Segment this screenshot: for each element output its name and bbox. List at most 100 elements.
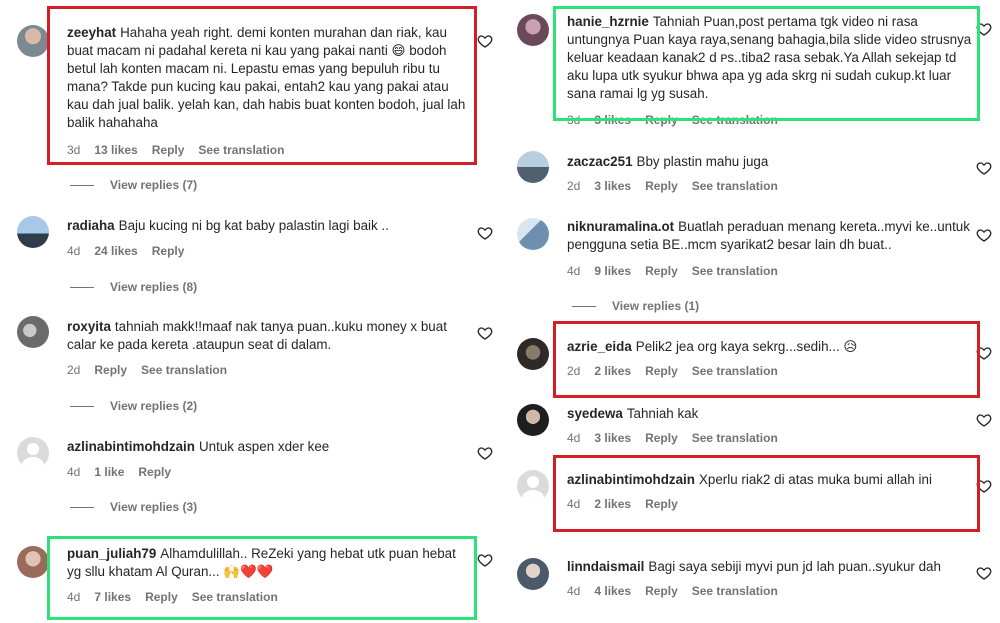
- username[interactable]: puan_juliah79: [67, 546, 156, 561]
- heart-icon[interactable]: [976, 21, 992, 37]
- heart-icon[interactable]: [477, 552, 493, 568]
- likes-count[interactable]: 3 likes: [594, 431, 631, 445]
- avatar[interactable]: [517, 404, 549, 436]
- comment-meta: 3d 13 likes Reply See translation: [67, 143, 298, 157]
- heart-icon[interactable]: [976, 160, 992, 176]
- comment-meta: 2d Reply See translation: [67, 363, 241, 377]
- heart-icon[interactable]: [976, 412, 992, 428]
- see-translation-button[interactable]: See translation: [692, 264, 778, 278]
- reply-button[interactable]: Reply: [145, 590, 178, 604]
- username[interactable]: roxyita: [67, 319, 111, 334]
- avatar[interactable]: [17, 546, 49, 578]
- avatar[interactable]: [17, 25, 49, 57]
- username[interactable]: azlinabintimohdzain: [567, 472, 695, 487]
- reply-button[interactable]: Reply: [152, 143, 185, 157]
- avatar[interactable]: [17, 437, 49, 469]
- comment-meta: 4d 7 likes Reply See translation: [67, 590, 292, 604]
- likes-count[interactable]: 7 likes: [94, 590, 131, 604]
- heart-icon[interactable]: [976, 478, 992, 494]
- see-translation-button[interactable]: See translation: [141, 363, 227, 377]
- see-translation-button[interactable]: See translation: [692, 113, 778, 127]
- heart-icon[interactable]: [477, 225, 493, 241]
- comment-text: Baju kucing ni bg kat baby palastin lagi…: [118, 218, 389, 233]
- see-translation-button[interactable]: See translation: [198, 143, 284, 157]
- likes-count[interactable]: 1 like: [94, 465, 124, 479]
- see-translation-button[interactable]: See translation: [692, 584, 778, 598]
- comment-text: Hahaha yeah right. demi konten murahan d…: [67, 25, 466, 130]
- likes-count[interactable]: 24 likes: [94, 244, 137, 258]
- comment-zeeyhat: zeeyhat Hahaha yeah right. demi konten mu…: [67, 24, 467, 132]
- likes-count[interactable]: 3 likes: [594, 113, 631, 127]
- heart-icon[interactable]: [477, 445, 493, 461]
- likes-count[interactable]: 9 likes: [594, 264, 631, 278]
- username[interactable]: syedewa: [567, 406, 623, 421]
- reply-button[interactable]: Reply: [138, 465, 171, 479]
- timestamp: 2d: [567, 364, 581, 378]
- username[interactable]: hanie_hzrnie: [567, 14, 649, 29]
- view-replies-button[interactable]: View replies (1): [572, 299, 699, 313]
- username[interactable]: zeeyhat: [67, 25, 116, 40]
- reply-button[interactable]: Reply: [645, 179, 678, 193]
- username[interactable]: azrie_eida: [567, 339, 632, 354]
- heart-icon[interactable]: [477, 325, 493, 341]
- comment-meta: 4d 1 like Reply: [67, 465, 185, 479]
- reply-button[interactable]: Reply: [94, 363, 127, 377]
- timestamp: 2d: [67, 363, 81, 377]
- heart-icon[interactable]: [976, 345, 992, 361]
- timestamp: 4d: [67, 244, 81, 258]
- see-translation-button[interactable]: See translation: [692, 431, 778, 445]
- likes-count[interactable]: 13 likes: [94, 143, 137, 157]
- reply-button[interactable]: Reply: [645, 584, 678, 598]
- likes-count[interactable]: 2 likes: [594, 497, 631, 511]
- comment-azlinabintimohdzain: azlinabintimohdzain Xperlu riak2 di atas …: [567, 471, 972, 489]
- avatar[interactable]: [517, 151, 549, 183]
- view-replies-label: View replies (7): [110, 178, 198, 192]
- heart-icon[interactable]: [976, 565, 992, 581]
- reply-button[interactable]: Reply: [152, 244, 185, 258]
- comment-zaczac251: zaczac251 Bby plastin mahu juga: [567, 153, 972, 171]
- comment-hanie-hzrnie: hanie_hzrnie Tahniah Puan,post pertama tg…: [567, 13, 972, 103]
- view-replies-button[interactable]: View replies (3): [70, 500, 197, 514]
- comment-meta: 2d 2 likes Reply See translation: [567, 364, 792, 378]
- avatar[interactable]: [517, 218, 549, 250]
- view-replies-button[interactable]: View replies (2): [70, 399, 197, 413]
- comment-meta: 2d 3 likes Reply See translation: [567, 179, 792, 193]
- username[interactable]: zaczac251: [567, 154, 633, 169]
- see-translation-button[interactable]: See translation: [192, 590, 278, 604]
- reply-button[interactable]: Reply: [645, 264, 678, 278]
- view-replies-button[interactable]: View replies (7): [70, 178, 197, 192]
- avatar[interactable]: [17, 216, 49, 248]
- see-translation-button[interactable]: See translation: [692, 364, 778, 378]
- comment-radiaha: radiaha Baju kucing ni bg kat baby palast…: [67, 217, 467, 235]
- reply-button[interactable]: Reply: [645, 431, 678, 445]
- comment-roxyita: roxyita tahniah makk!!maaf nak tanya puan…: [67, 318, 467, 354]
- likes-count[interactable]: 2 likes: [594, 364, 631, 378]
- view-replies-button[interactable]: View replies (8): [70, 280, 197, 294]
- timestamp: 3d: [67, 143, 81, 157]
- avatar[interactable]: [17, 316, 49, 348]
- reply-button[interactable]: Reply: [645, 497, 678, 511]
- comment-meta: 4d 3 likes Reply See translation: [567, 431, 792, 445]
- likes-count[interactable]: 4 likes: [594, 584, 631, 598]
- avatar[interactable]: [517, 558, 549, 590]
- reply-button[interactable]: Reply: [645, 364, 678, 378]
- heart-icon[interactable]: [477, 33, 493, 49]
- see-translation-button[interactable]: See translation: [692, 179, 778, 193]
- heart-icon[interactable]: [976, 227, 992, 243]
- avatar[interactable]: [517, 338, 549, 370]
- comment-niknuramalina: niknuramalina.ot Buatlah peraduan menang …: [567, 218, 972, 254]
- username[interactable]: radiaha: [67, 218, 115, 233]
- reply-button[interactable]: Reply: [645, 113, 678, 127]
- comment-meta: 4d 2 likes Reply: [567, 497, 692, 511]
- username[interactable]: linndaismail: [567, 559, 644, 574]
- comment-text: Untuk aspen xder kee: [198, 439, 330, 454]
- comment-azlinabintimohdzain: azlinabintimohdzain Untuk aspen xder kee: [67, 438, 467, 456]
- avatar[interactable]: [517, 14, 549, 46]
- username[interactable]: azlinabintimohdzain: [67, 439, 195, 454]
- avatar[interactable]: [517, 470, 549, 502]
- likes-count[interactable]: 3 likes: [594, 179, 631, 193]
- comment-puan-juliah79: puan_juliah79 Alhamdulillah.. ReZeki yang…: [67, 545, 467, 581]
- comment-azrie-eida: azrie_eida Pelik2 jea org kaya sekrg...se…: [567, 338, 972, 356]
- username[interactable]: niknuramalina.ot: [567, 219, 674, 234]
- timestamp: 3d: [567, 113, 581, 127]
